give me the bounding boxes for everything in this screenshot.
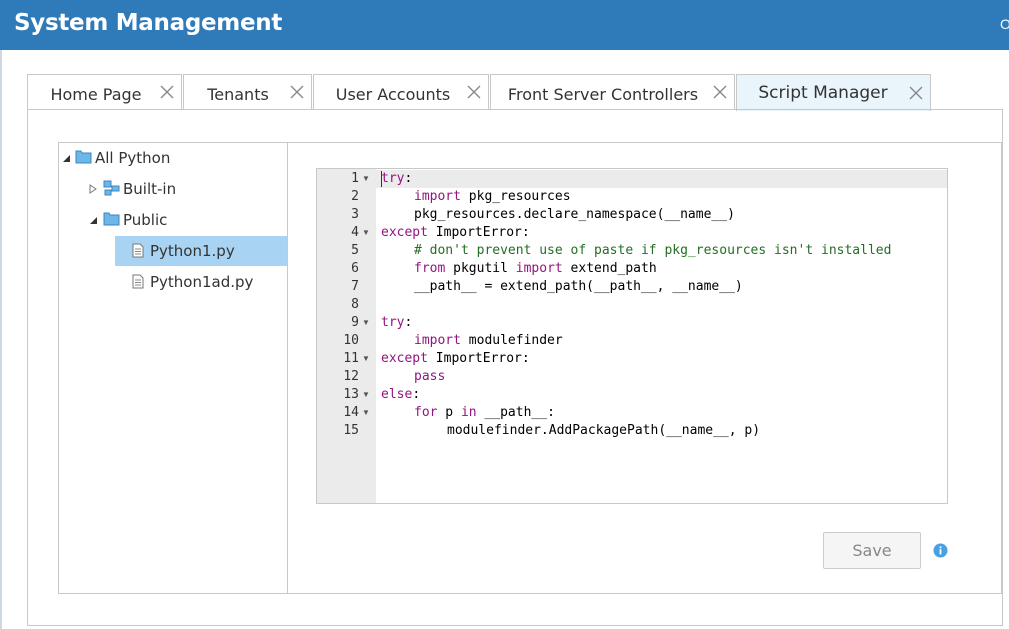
code-line: try: [381, 314, 412, 332]
code-text: __path__ = extend_path(__path__, __name_… [414, 279, 743, 294]
code-text: ImportError: [427, 351, 530, 366]
collapsed-triangle-icon[interactable] [89, 184, 97, 194]
tree-node-label: Python1ad.py [150, 273, 254, 291]
code-text: : [404, 171, 413, 186]
code-text: pkg_resources.declare_namespace(__name__… [414, 207, 735, 222]
code-text: __path__: [476, 405, 555, 420]
app-title: System Management [14, 10, 283, 36]
close-icon[interactable] [908, 85, 924, 101]
line-number: 8 [351, 297, 359, 312]
fold-arrow-icon[interactable]: ▼ [362, 404, 370, 422]
app-header: System Management O [0, 0, 1009, 50]
line-number: 10 [343, 333, 359, 348]
code-keyword: try [381, 315, 405, 330]
code-line: import modulefinder [381, 332, 563, 350]
line-number: 13 [343, 387, 359, 402]
code-line: modulefinder.AddPackagePath(__name__, p) [381, 422, 760, 440]
code-line: else: [381, 386, 420, 404]
info-icon[interactable] [933, 543, 948, 558]
fold-arrow-icon[interactable]: ▼ [362, 386, 370, 404]
code-editor[interactable]: 1 2 3 4 5 6 7 8 9 10 11 12 13 14 15 ▼ ▼ … [316, 168, 948, 504]
close-icon[interactable] [466, 84, 482, 100]
tab-label: Home Page [50, 85, 142, 104]
tab-label: Tenants [207, 85, 269, 104]
code-comment: # don't prevent use of paste if pkg_reso… [414, 243, 892, 258]
code-keyword: except [381, 225, 428, 240]
window-edge [0, 50, 2, 629]
line-number: 1 [351, 171, 359, 186]
code-line: # don't prevent use of paste if pkg_reso… [381, 242, 891, 260]
code-keyword: except [381, 351, 428, 366]
tree-node-label: All Python [95, 149, 171, 167]
code-line: except ImportError: [381, 350, 530, 368]
code-keyword: pass [414, 369, 446, 384]
file-icon [132, 243, 144, 258]
expanded-triangle-icon[interactable] [62, 154, 71, 163]
tree-node-label: Built-in [123, 180, 177, 198]
code-line: from pkgutil import extend_path [381, 260, 657, 278]
code-keyword: import [414, 333, 461, 348]
line-number: 11 [343, 351, 359, 366]
expanded-triangle-icon[interactable] [89, 216, 98, 225]
tree-node-label: Public [123, 211, 168, 229]
save-button[interactable]: Save [823, 532, 921, 569]
tab-label: User Accounts [335, 85, 451, 104]
code-text: : [412, 387, 421, 402]
line-number: 14 [343, 405, 359, 420]
fold-arrow-icon[interactable]: ▼ [362, 170, 370, 188]
code-text: pkg_resources [460, 189, 571, 204]
code-text: : [404, 315, 413, 330]
code-keyword: for [414, 405, 438, 420]
tab-user-accounts[interactable]: User Accounts [313, 74, 489, 109]
folder-structure-icon [103, 180, 120, 196]
line-number: 5 [351, 243, 359, 258]
code-keyword: import [414, 189, 461, 204]
fold-arrow-icon[interactable]: ▼ [362, 350, 370, 368]
tab-label: Script Manager [758, 83, 888, 103]
code-line: import pkg_resources [381, 188, 571, 206]
code-text: modulefinder [460, 333, 563, 348]
code-line: try: [381, 170, 412, 188]
code-line: pkg_resources.declare_namespace(__name__… [381, 206, 735, 224]
tab-label: Front Server Controllers [507, 85, 699, 104]
line-number: 12 [343, 369, 359, 384]
code-keyword: from [414, 261, 446, 276]
code-keyword: else [381, 387, 413, 402]
close-icon[interactable] [289, 84, 305, 100]
tab-script-manager[interactable]: Script Manager [736, 74, 931, 111]
code-line: for p in __path__: [381, 404, 555, 422]
file-icon [132, 274, 144, 289]
code-line: __path__ = extend_path(__path__, __name_… [381, 278, 743, 296]
tree-node-label: Python1.py [150, 242, 235, 260]
tab-home-page[interactable]: Home Page [27, 74, 182, 109]
code-keyword: import [515, 261, 563, 276]
code-text: modulefinder.AddPackagePath(__name__, p) [447, 423, 761, 438]
line-number: 2 [351, 189, 359, 204]
header-overflow-text: O [1000, 16, 1009, 32]
fold-arrow-icon[interactable]: ▼ [362, 314, 370, 332]
code-text: extend_path [562, 261, 657, 276]
close-icon[interactable] [159, 84, 175, 100]
fold-arrow-icon[interactable]: ▼ [362, 224, 370, 242]
code-keyword: try [381, 171, 405, 186]
code-text: pkgutil [445, 261, 516, 276]
tree-node-python1-py[interactable]: Python1.py [115, 236, 287, 266]
line-number: 6 [351, 261, 359, 276]
folder-icon [75, 150, 92, 164]
line-number: 15 [343, 423, 359, 438]
folder-icon [103, 212, 120, 226]
code-text: p [437, 405, 461, 420]
code-line: pass [381, 368, 445, 386]
line-number: 7 [351, 279, 359, 294]
code-text: ImportError: [427, 225, 530, 240]
line-number: 4 [351, 225, 359, 240]
tab-tenants[interactable]: Tenants [183, 74, 312, 109]
code-line: except ImportError: [381, 224, 530, 242]
close-icon[interactable] [712, 84, 728, 100]
line-number: 9 [351, 315, 359, 330]
script-tree [58, 142, 288, 594]
code-keyword: in [460, 405, 477, 420]
tab-front-server-controllers[interactable]: Front Server Controllers [490, 74, 735, 109]
line-number: 3 [351, 207, 359, 222]
